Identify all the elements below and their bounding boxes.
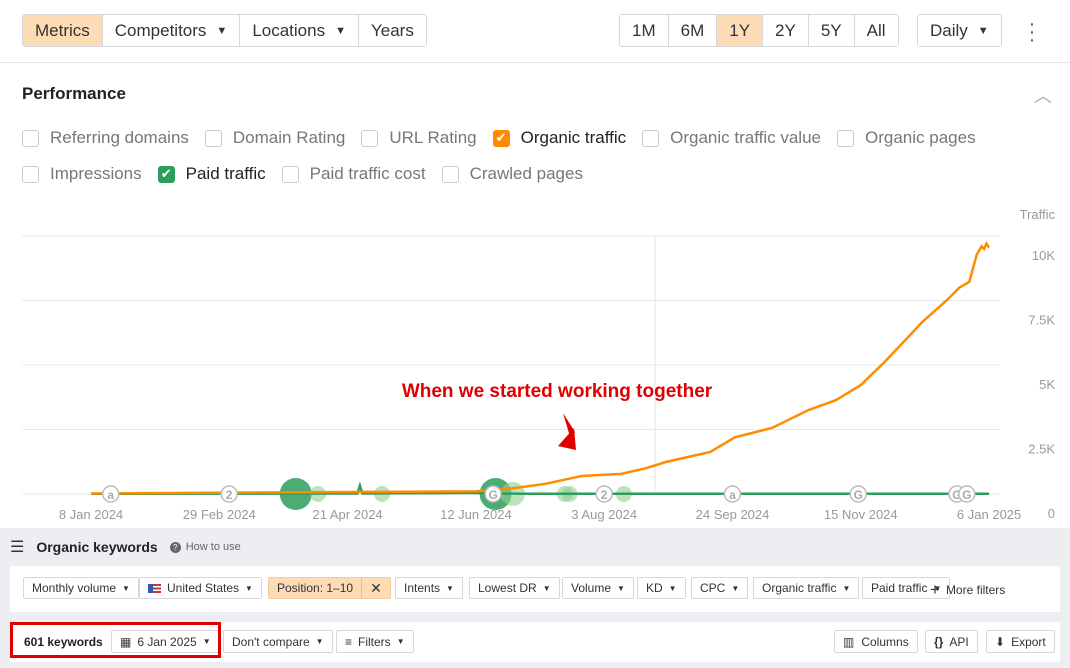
caret-down-icon: ▼ <box>842 583 851 593</box>
filter-label: Intents <box>404 581 441 595</box>
columns-label: Columns <box>861 634 909 649</box>
filter-label: Lowest DR <box>478 581 537 595</box>
columns-button[interactable]: ▥ Columns <box>834 630 918 653</box>
filters-button[interactable]: ≡ Filters ▼ <box>336 630 414 653</box>
filter-2[interactable]: Position: 1–10 ✕ <box>268 577 391 599</box>
caret-down-icon: ▼ <box>617 583 625 593</box>
export-button[interactable]: ⬇ Export <box>986 630 1055 653</box>
filter-7[interactable]: CPC ▼ <box>691 577 749 599</box>
remove-filter-icon[interactable]: ✕ <box>361 578 382 598</box>
compare-dropdown[interactable]: Don't compare ▼ <box>223 630 333 653</box>
caret-down-icon: ▼ <box>446 583 454 593</box>
y-axis-label: Traffic <box>1020 207 1056 222</box>
caret-down-icon: ▼ <box>731 583 740 593</box>
caret-down-icon: ▼ <box>122 583 130 593</box>
x-tick-label: 3 Aug 2024 <box>571 507 637 522</box>
filter-3[interactable]: Intents ▼ <box>395 577 463 599</box>
how-to-use-link[interactable]: How to use <box>186 541 241 553</box>
x-tick-label: 15 Nov 2024 <box>824 507 898 522</box>
x-tick-label: 12 Jun 2024 <box>440 507 512 522</box>
export-icon: ⬇ <box>995 634 1006 649</box>
series-line-organic-traffic <box>90 241 991 495</box>
annotation-text: When we started working together <box>402 381 713 402</box>
event-marker-label: a <box>729 488 736 502</box>
annotation-arrow-icon <box>558 413 576 450</box>
y-tick-label: 0 <box>1048 506 1055 521</box>
event-marker-label: 2 <box>601 488 608 502</box>
event-marker-label: G <box>488 488 497 502</box>
event-marker-label: G <box>962 488 971 502</box>
event-marker-label: G <box>854 488 863 502</box>
filter-bar: Monthly volume ▼ United States ▼ Position: 1… <box>10 566 1060 612</box>
x-tick-label: 24 Sep 2024 <box>696 507 770 522</box>
menu-icon[interactable]: ☰ <box>10 537 24 557</box>
event-marker-label: a <box>107 488 114 502</box>
y-tick-label: 2.5K <box>1028 442 1055 457</box>
y-tick-label: 7.5K <box>1028 313 1055 328</box>
plus-icon: + <box>930 580 940 599</box>
caret-down-icon: ▼ <box>315 637 324 646</box>
x-tick-label: 21 Apr 2024 <box>313 507 383 522</box>
filters-label: Filters <box>358 634 391 649</box>
filter-1[interactable]: United States ▼ <box>139 577 262 599</box>
traffic-chart: 0 2.5K 5K 7.5K 10K Traffic 8 Jan 2024 29 Feb 20… <box>22 207 1056 522</box>
filter-label: United States <box>167 581 240 595</box>
performance-panel: Metrics Competitors ▼ Locations ▼ Years 1M 6M 1… <box>0 0 1070 528</box>
x-tick-label: 6 Jan 2025 <box>957 507 1021 522</box>
more-filters-label: More filters <box>945 583 1006 597</box>
filter-label: KD <box>646 581 663 595</box>
filter-label: Paid traffic <box>871 581 928 595</box>
filter-4[interactable]: Lowest DR ▼ <box>469 577 560 599</box>
filter-label: Position: 1–10 <box>277 581 354 595</box>
y-tick-label: 5K <box>1039 377 1055 392</box>
caret-down-icon: ▼ <box>668 583 677 593</box>
x-tick-label: 8 Jan 2024 <box>59 507 123 522</box>
caret-down-icon: ▼ <box>245 583 253 593</box>
export-label: Export <box>1011 634 1046 649</box>
y-tick-label: 10K <box>1032 248 1055 263</box>
api-label: API <box>949 634 969 649</box>
filter-label: Monthly volume <box>32 581 117 595</box>
filter-8[interactable]: Organic traffic ▼ <box>753 577 860 599</box>
filter-6[interactable]: KD ▼ <box>637 577 686 599</box>
highlight-box <box>10 622 221 658</box>
caret-down-icon: ▼ <box>396 637 405 646</box>
compare-label: Don't compare <box>232 634 310 649</box>
api-button[interactable]: {} API <box>925 630 978 653</box>
caret-down-icon: ▼ <box>542 583 551 593</box>
columns-icon: ▥ <box>843 634 855 649</box>
filter-5[interactable]: Volume ▼ <box>562 577 634 599</box>
filter-label: Organic traffic <box>762 581 837 595</box>
braces-icon: {} <box>934 634 944 649</box>
x-tick-label: 29 Feb 2024 <box>183 507 256 522</box>
event-marker-label: 2 <box>226 488 233 502</box>
us-flag-icon <box>148 583 161 593</box>
filter-label: CPC <box>700 581 726 595</box>
filter-label: Volume <box>571 581 612 595</box>
filter-0[interactable]: Monthly volume ▼ <box>23 577 139 599</box>
organic-keywords-header: ☰ Organic keywords ? How to use <box>10 537 241 557</box>
more-filters-button[interactable]: + More filters <box>930 580 1005 600</box>
help-icon[interactable]: ? <box>169 541 181 553</box>
filter-icon: ≡ <box>345 634 353 649</box>
section-title: Organic keywords <box>36 539 158 555</box>
